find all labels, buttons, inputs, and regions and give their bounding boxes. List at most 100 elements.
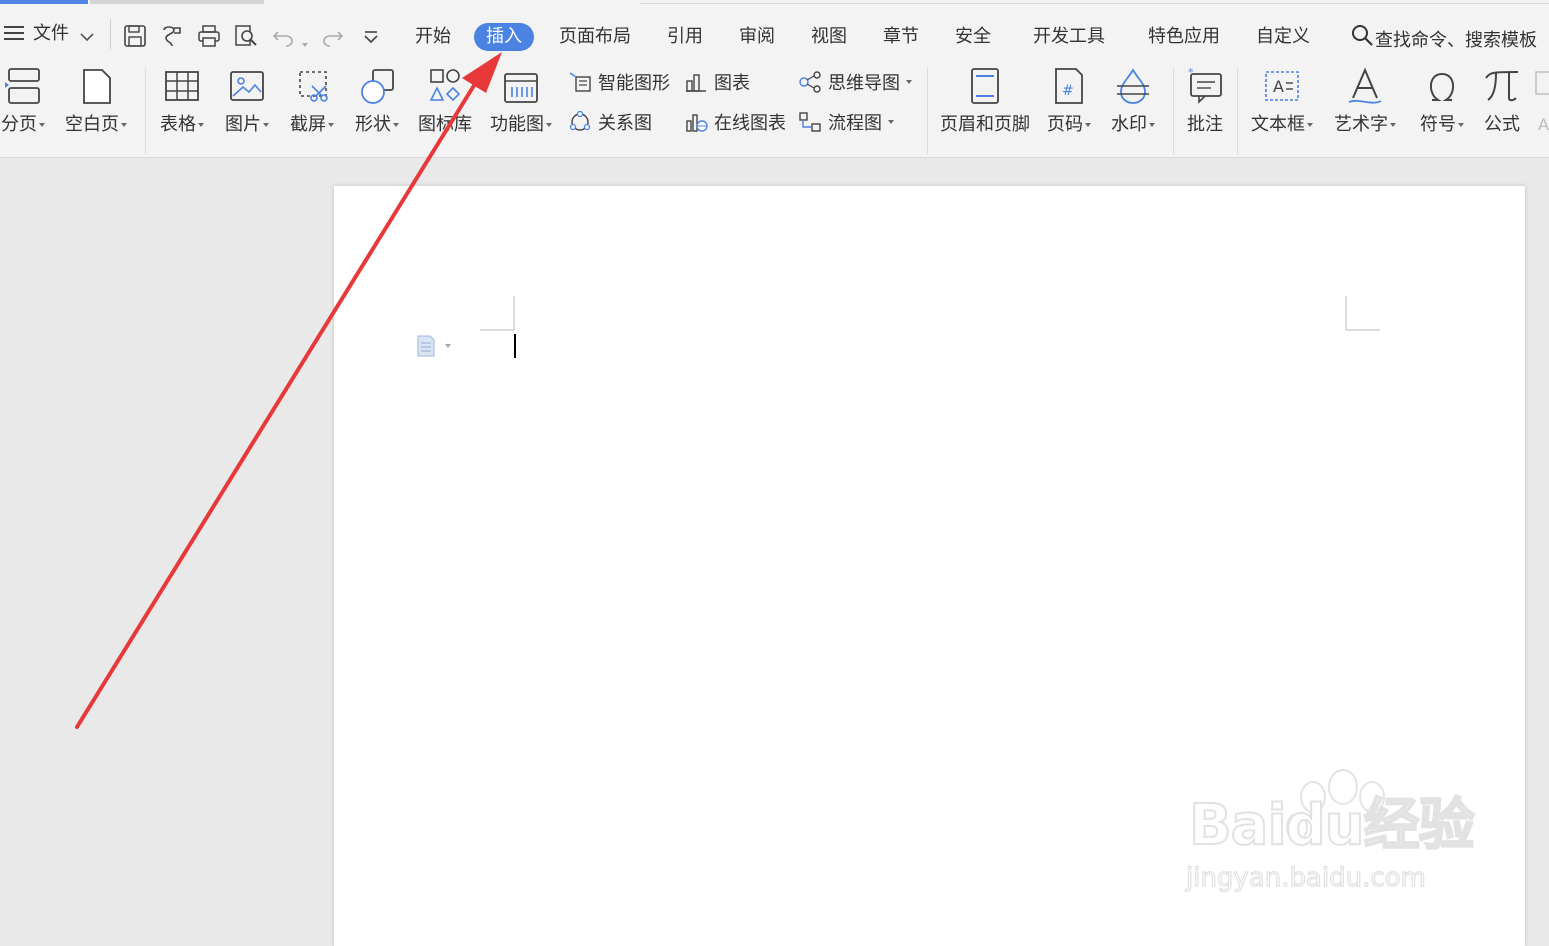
table-label: 表格	[160, 114, 196, 135]
header-footer-button[interactable]: 页眉和页脚	[938, 66, 1032, 134]
ribbon-divider	[145, 68, 146, 154]
svg-text:A: A	[1538, 115, 1549, 134]
margin-corner-top-right	[1345, 296, 1380, 331]
pi-icon	[1482, 66, 1522, 106]
customize-toolbar-icon[interactable]	[360, 24, 384, 48]
page-break-icon	[3, 66, 43, 106]
tab-home[interactable]: 开始	[415, 28, 451, 46]
function-chart-button[interactable]: 功能图	[486, 66, 556, 134]
smart-art-button[interactable]: 智能图形	[568, 70, 670, 94]
header-footer-label: 页眉和页脚	[940, 114, 1030, 135]
chart-icon	[686, 74, 706, 92]
shapes-icon	[357, 66, 397, 106]
chart-button[interactable]: 图表	[684, 70, 750, 94]
save-icon[interactable]	[123, 24, 147, 48]
function-chart-label: 功能图	[490, 114, 544, 135]
menu-icon[interactable]	[4, 25, 24, 45]
watermark-icon	[1113, 66, 1153, 106]
online-chart-label: 在线图表	[714, 113, 786, 134]
comment-button[interactable]: * 批注	[1182, 66, 1228, 134]
paste-options-icon[interactable]	[416, 334, 456, 362]
svg-text:A: A	[1273, 77, 1284, 96]
online-chart-button[interactable]: 在线图表	[684, 110, 786, 134]
tab-page-layout[interactable]: 页面布局	[559, 28, 631, 46]
text-box-icon: A	[1262, 66, 1302, 106]
tab-view[interactable]: 视图	[811, 28, 847, 46]
document-tab[interactable]	[90, 0, 264, 4]
tab-developer[interactable]: 开发工具	[1033, 28, 1105, 46]
undo-dropdown-icon	[300, 34, 308, 53]
tab-special-features[interactable]: 特色应用	[1148, 28, 1220, 46]
tab-references[interactable]: 引用	[667, 28, 703, 46]
watermark-url: jingyan.baidu.com	[1185, 863, 1426, 893]
page-number-icon: #	[1049, 66, 1089, 106]
command-search[interactable]: 查找命令、搜索模板	[1375, 26, 1537, 52]
formula-button[interactable]: 公式	[1480, 66, 1524, 134]
tab-insert[interactable]: 插入	[474, 23, 534, 51]
undo-icon	[272, 24, 296, 48]
file-menu-label[interactable]: 文件	[33, 25, 69, 43]
page-number-button[interactable]: # 页码	[1042, 66, 1096, 134]
omega-icon	[1422, 66, 1462, 106]
word-art-button[interactable]: 艺术字	[1330, 66, 1400, 134]
icon-library-icon	[425, 66, 465, 106]
relation-chart-button[interactable]: 关系图	[568, 110, 652, 134]
watermark-label: 水印	[1111, 114, 1147, 135]
tab-strip-line	[640, 3, 1549, 4]
search-icon[interactable]	[1351, 24, 1373, 50]
ribbon-divider	[927, 68, 928, 154]
more-tools-icon[interactable]: A	[1532, 68, 1549, 148]
watermark-button[interactable]: 水印	[1106, 66, 1160, 134]
text-box-button[interactable]: A 文本框	[1248, 66, 1316, 134]
picture-button[interactable]: 图片	[220, 66, 274, 134]
blank-page-icon	[76, 66, 116, 106]
ribbon-divider	[1237, 68, 1238, 154]
chart-label: 图表	[714, 73, 750, 94]
icon-library-button[interactable]: 图标库	[415, 66, 475, 134]
word-art-icon	[1345, 66, 1385, 106]
symbol-label: 符号	[1420, 114, 1456, 135]
active-document-tab[interactable]	[0, 0, 88, 4]
svg-text:#: #	[1062, 83, 1074, 99]
divider	[110, 19, 111, 49]
page-number-label: 页码	[1047, 114, 1083, 135]
format-painter-icon[interactable]	[160, 24, 184, 48]
text-box-label: 文本框	[1251, 114, 1305, 135]
screenshot-button[interactable]: 截屏	[285, 66, 339, 134]
comment-label: 批注	[1187, 114, 1223, 135]
insert-ribbon: 分页 空白页 表格 图片 截屏 形状 图标库 功能图 智能图形 图表 思维导图 …	[0, 60, 1549, 158]
mind-map-label: 思维导图	[828, 73, 900, 94]
comment-icon: *	[1185, 66, 1225, 106]
smart-art-icon	[569, 72, 591, 92]
tab-customize[interactable]: 自定义	[1256, 28, 1310, 46]
tab-security[interactable]: 安全	[955, 28, 991, 46]
screenshot-label: 截屏	[290, 114, 326, 135]
symbol-button[interactable]: 符号	[1414, 66, 1470, 134]
header-footer-icon	[965, 66, 1005, 106]
blank-page-button[interactable]: 空白页	[62, 66, 130, 134]
flowchart-label: 流程图	[828, 113, 882, 134]
flowchart-button[interactable]: 流程图	[798, 110, 894, 134]
online-chart-icon	[686, 114, 708, 132]
print-preview-icon[interactable]	[234, 24, 258, 48]
shapes-button[interactable]: 形状	[350, 66, 404, 134]
flowchart-icon	[799, 112, 821, 132]
picture-label: 图片	[225, 114, 261, 135]
menu-bar: 文件 开始 插入 页面布局 引用 审阅 视图 章节 安全 开发工具 特色应用 自…	[0, 5, 1549, 60]
table-button[interactable]: 表格	[155, 66, 209, 134]
mind-map-icon	[799, 71, 821, 93]
table-icon	[162, 66, 202, 106]
mind-map-button[interactable]: 思维导图	[798, 70, 912, 94]
smart-art-label: 智能图形	[598, 73, 670, 94]
formula-label: 公式	[1484, 114, 1520, 135]
svg-text:*: *	[1188, 66, 1194, 79]
tab-review[interactable]: 审阅	[739, 28, 775, 46]
page-break-button[interactable]: 分页	[0, 66, 46, 134]
print-icon[interactable]	[197, 24, 221, 48]
tab-section[interactable]: 章节	[883, 28, 919, 46]
shapes-label: 形状	[355, 114, 391, 135]
chevron-down-icon[interactable]	[80, 27, 94, 46]
word-art-label: 艺术字	[1334, 114, 1388, 135]
watermark-brand: Baidu经验	[1188, 793, 1476, 858]
relation-chart-label: 关系图	[598, 113, 652, 134]
